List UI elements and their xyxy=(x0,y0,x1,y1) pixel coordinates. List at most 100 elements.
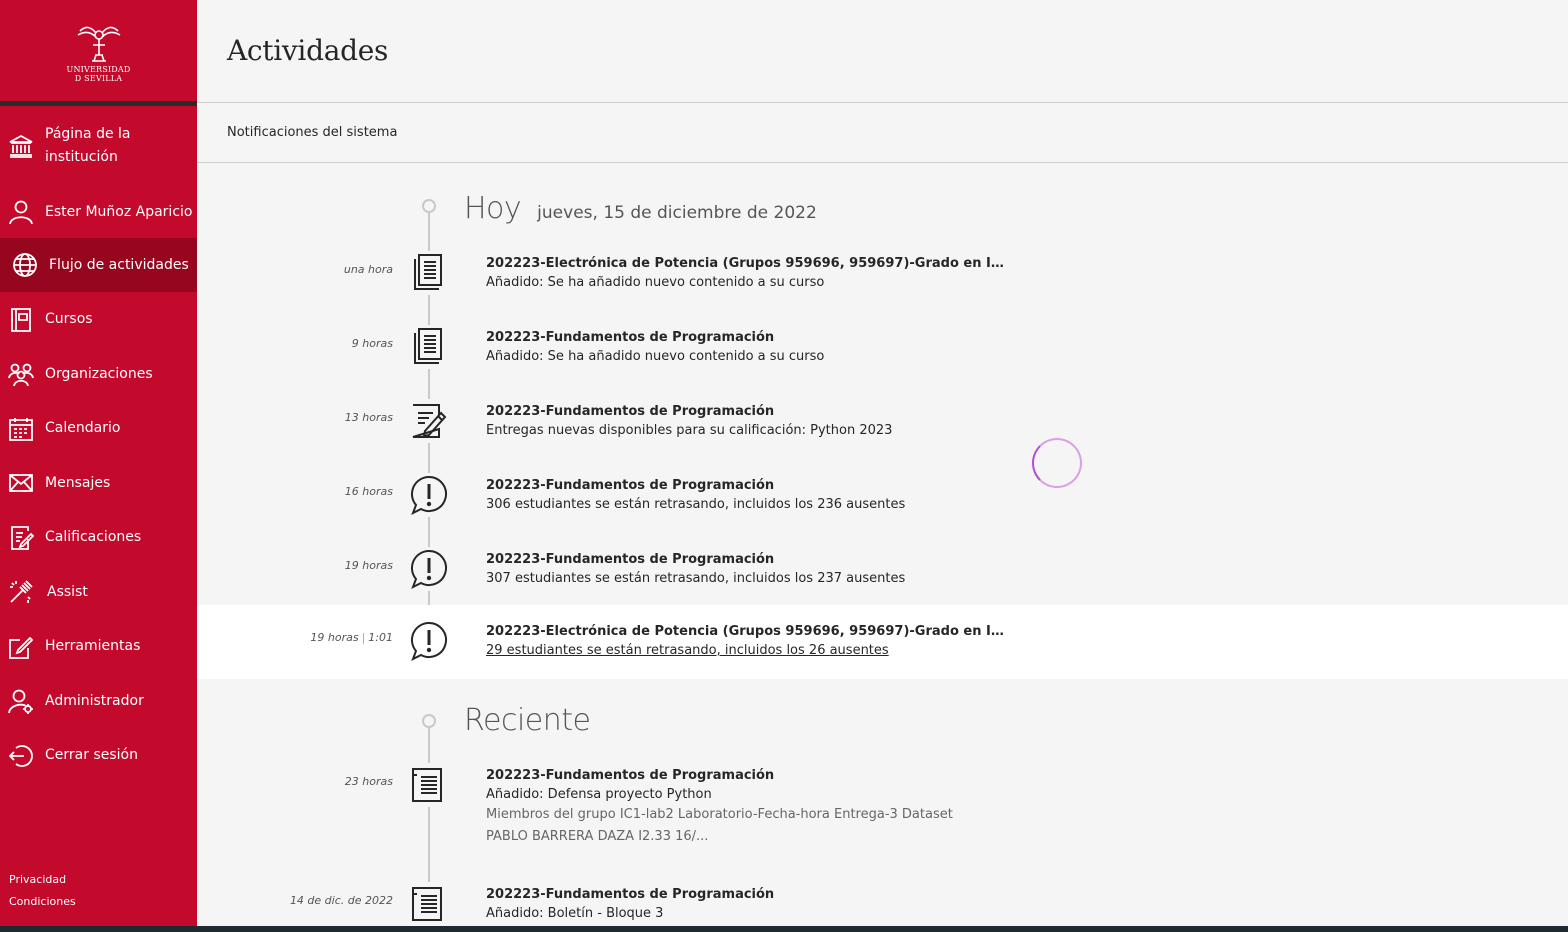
entry-message: 307 estudiantes se están retrasando, inc… xyxy=(486,571,906,586)
entry-course-link[interactable]: 202223-Fundamentos de Programación xyxy=(486,766,1006,785)
entry-course-link[interactable]: 202223-Electrónica de Potencia (Grupos 9… xyxy=(486,622,1006,641)
entry-text: 202223-Fundamentos de Programación Añadi… xyxy=(486,766,1006,848)
entry-course-link[interactable]: 202223-Electrónica de Potencia (Grupos 9… xyxy=(486,254,1006,273)
section-date: jueves, 15 de diciembre de 2022 xyxy=(537,203,817,223)
entry-course-link[interactable]: 202223-Fundamentos de Programación xyxy=(486,328,1006,347)
university-logo[interactable]: UNIVERSIDAD D SEVILLA xyxy=(0,0,197,101)
entry-text: 202223-Electrónica de Potencia (Grupos 9… xyxy=(486,622,1006,660)
sidebar-item-admin[interactable]: Administrador xyxy=(0,674,197,728)
submission-icon[interactable] xyxy=(407,399,451,443)
entry-message-link[interactable]: 29 estudiantes se están retrasando, incl… xyxy=(486,641,1006,660)
activity-entry-highlighted[interactable]: 19 horas | 1:01 202223-Electrónica de Pote… xyxy=(197,605,1568,679)
sidebar-item-label: Calificaciones xyxy=(45,529,142,545)
sidebar-nav: Página de la institución Ester Muñoz Apa… xyxy=(0,106,197,783)
entry-message: Añadido: Defensa proyecto Python xyxy=(486,787,712,802)
entry-detail: PABLO BARRERA DAZA I2.33 16/... xyxy=(486,829,709,844)
alert-icon[interactable] xyxy=(407,473,451,517)
institution-icon xyxy=(8,133,34,159)
entry-text: 202223-Fundamentos de Programación Añadi… xyxy=(486,328,1006,366)
activity-entry: una hora 202223-Electrónica de Potencia … xyxy=(197,237,1568,311)
group-icon xyxy=(8,361,34,387)
entry-time: 9 horas xyxy=(351,337,393,350)
sidebar-item-logout[interactable]: Cerrar sesión xyxy=(0,728,197,783)
sidebar-item-organizations[interactable]: Organizaciones xyxy=(0,347,197,401)
activity-entry: 13 horas 202223-Fundamentos de Programac… xyxy=(197,385,1568,459)
entry-text: 202223-Fundamentos de Programación 307 e… xyxy=(486,550,1006,588)
admin-icon xyxy=(8,688,34,714)
page-title: Actividades xyxy=(227,34,389,67)
sidebar-item-grades[interactable]: Calificaciones xyxy=(0,510,197,565)
entry-message: Añadido: Se ha añadido nuevo contenido a… xyxy=(486,349,825,364)
logo-emblem-icon xyxy=(77,26,120,62)
entry-course-link[interactable]: 202223-Fundamentos de Programación xyxy=(486,885,1006,904)
sidebar-footer: Privacidad Condiciones xyxy=(9,869,76,913)
sidebar-item-institution[interactable]: Página de la institución xyxy=(0,106,197,186)
sidebar-item-label: Mensajes xyxy=(45,474,111,491)
entry-message: Añadido: Se ha añadido nuevo contenido a… xyxy=(486,275,825,290)
page-icon[interactable] xyxy=(407,763,451,807)
sidebar-item-label: Flujo de actividades xyxy=(49,256,189,273)
entry-course-link[interactable]: 202223-Fundamentos de Programación xyxy=(486,550,1006,569)
system-notifications-link[interactable]: Notificaciones del sistema xyxy=(197,103,1568,163)
entry-time: una hora xyxy=(343,263,393,276)
activity-stream[interactable]: Hoy jueves, 15 de diciembre de 2022 una … xyxy=(197,163,1568,926)
page-icon[interactable] xyxy=(407,882,451,926)
section-recent-heading: Reciente xyxy=(464,703,591,738)
entry-course-link[interactable]: 202223-Fundamentos de Programación xyxy=(486,476,1006,495)
entry-time: 14 de dic. de 2022 xyxy=(289,894,393,907)
document-icon[interactable] xyxy=(407,251,451,295)
entry-message: Entregas nuevas disponibles para su cali… xyxy=(486,423,893,438)
logout-icon xyxy=(8,743,34,769)
entry-text: 202223-Electrónica de Potencia (Grupos 9… xyxy=(486,254,1006,292)
globe-icon xyxy=(12,252,38,278)
grades-icon xyxy=(8,525,34,551)
sidebar-item-messages[interactable]: Mensajes xyxy=(0,456,197,510)
section-title: Hoy xyxy=(464,191,522,226)
entry-text: 202223-Fundamentos de Programación Entre… xyxy=(486,402,1006,440)
section-title: Reciente xyxy=(464,703,591,738)
logo-text: UNIVERSIDAD D SEVILLA xyxy=(66,65,131,83)
envelope-icon xyxy=(8,470,34,496)
terms-link[interactable]: Condiciones xyxy=(9,891,76,913)
timeline-dot xyxy=(422,199,436,213)
sidebar-item-label: Ester Muñoz Aparicio xyxy=(45,203,193,220)
section-today-heading: Hoy jueves, 15 de diciembre de 2022 xyxy=(464,191,817,226)
calendar-icon xyxy=(8,416,34,442)
alert-icon[interactable] xyxy=(407,547,451,591)
entry-message: Añadido: Boletín - Bloque 3 xyxy=(486,906,664,921)
page-header: Actividades xyxy=(197,0,1568,103)
entry-course-link[interactable]: 202223-Fundamentos de Programación xyxy=(486,402,1006,421)
entry-text: 202223-Fundamentos de Programación 306 e… xyxy=(486,476,1006,514)
activity-entry: 19 horas 202223-Fundamentos de Programac… xyxy=(197,533,1568,607)
activity-entry: 23 horas 202223-Fundamentos de Programac… xyxy=(197,749,1568,859)
document-icon[interactable] xyxy=(407,325,451,369)
sidebar: UNIVERSIDAD D SEVILLA Página de la insti… xyxy=(0,0,197,926)
sidebar-item-calendar[interactable]: Calendario xyxy=(0,401,197,456)
entry-time: 23 horas xyxy=(344,775,393,788)
main-content: Actividades Notificaciones del sistema H… xyxy=(197,0,1568,926)
book-icon xyxy=(8,307,34,333)
sidebar-item-assist[interactable]: Assist xyxy=(0,565,197,619)
loading-spinner xyxy=(1032,438,1082,488)
sidebar-item-tools[interactable]: Herramientas xyxy=(0,619,197,674)
sidebar-item-label: Assist xyxy=(47,583,88,600)
sidebar-item-label: Calendario xyxy=(45,420,121,436)
sidebar-item-courses[interactable]: Cursos xyxy=(0,292,197,347)
sidebar-item-label: Cursos xyxy=(45,311,93,327)
activity-entry: 14 de dic. de 2022 202223-Fundamentos de… xyxy=(197,868,1568,926)
activity-entry: 16 horas 202223-Fundamentos de Programac… xyxy=(197,459,1568,533)
user-icon xyxy=(8,199,34,225)
tools-icon xyxy=(8,634,34,660)
sidebar-item-label: Administrador xyxy=(45,692,144,709)
activity-entry: 9 horas 202223-Fundamentos de Programaci… xyxy=(197,311,1568,385)
entry-text: 202223-Fundamentos de Programación Añadi… xyxy=(486,885,1006,923)
timeline-dot xyxy=(422,714,436,728)
sidebar-item-label: Cerrar sesión xyxy=(45,747,138,763)
privacy-link[interactable]: Privacidad xyxy=(9,869,76,891)
sidebar-item-profile[interactable]: Ester Muñoz Aparicio xyxy=(0,186,197,238)
entry-time: 13 horas xyxy=(344,411,393,424)
entry-time: 19 horas | 1:01 xyxy=(310,631,393,644)
sidebar-item-activity-stream[interactable]: Flujo de actividades xyxy=(0,238,197,292)
assist-icon xyxy=(8,579,34,605)
alert-icon[interactable] xyxy=(407,619,451,663)
